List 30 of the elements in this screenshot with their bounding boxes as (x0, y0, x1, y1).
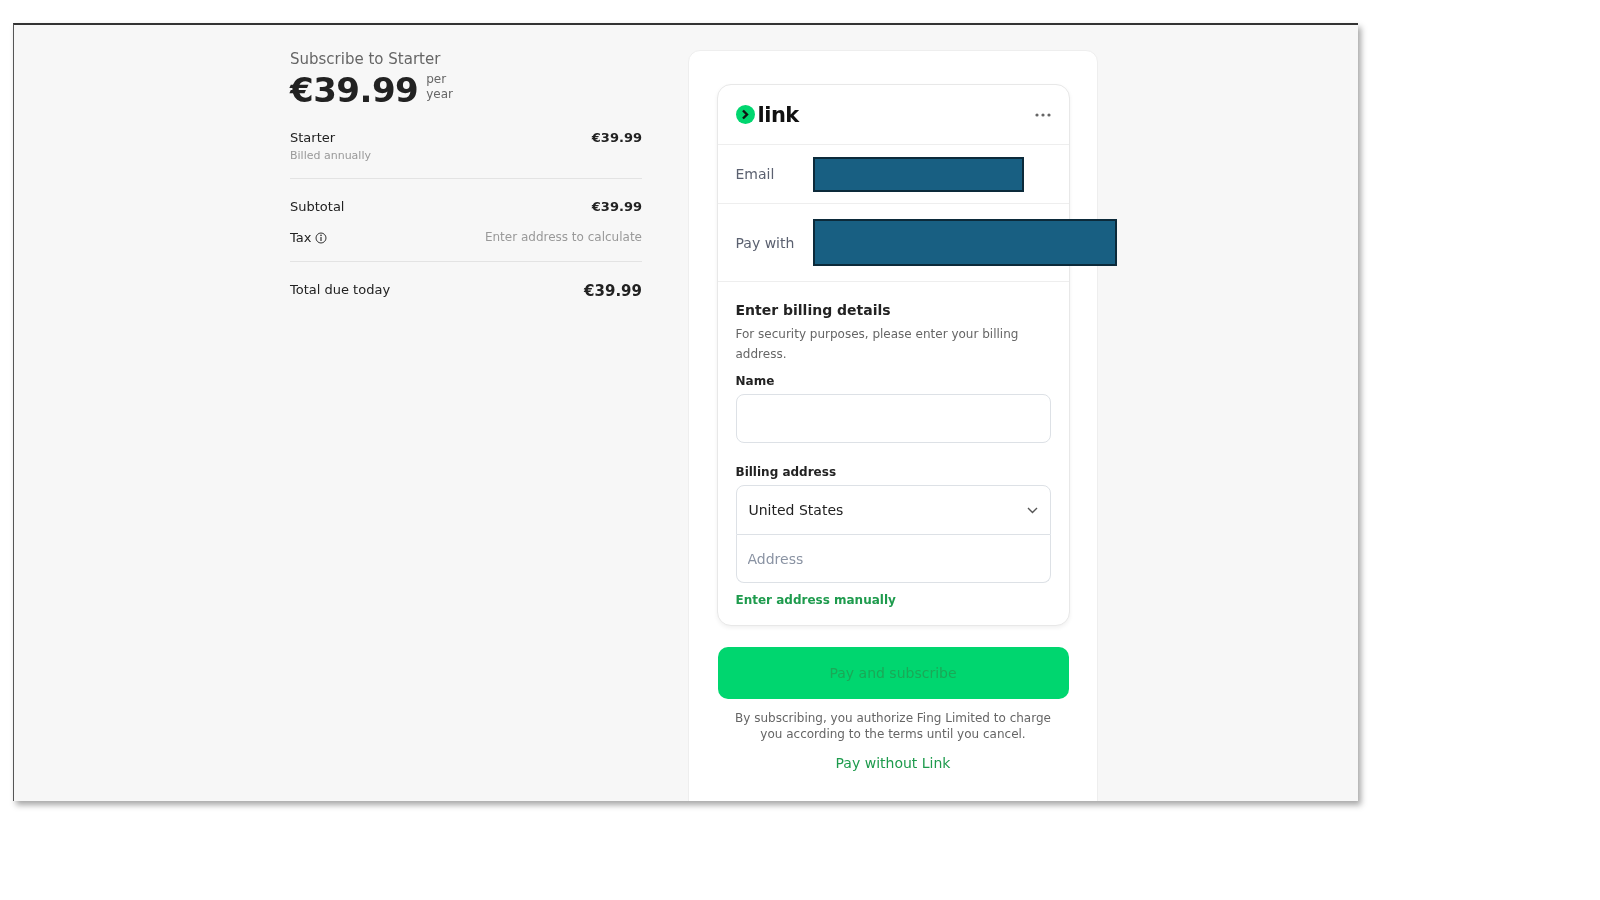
subtotal-amount: €39.99 (591, 199, 642, 214)
tax-label: Tax (290, 230, 312, 245)
manual-address-link[interactable]: Enter address manually (735, 593, 896, 607)
address-input-field[interactable]: Address (735, 535, 1051, 583)
chevron-down-icon (1026, 506, 1038, 514)
link-logo: link (757, 102, 799, 127)
info-icon[interactable] (315, 231, 328, 244)
field-label: Pay with (735, 234, 796, 251)
country-select[interactable]: United States (735, 485, 1051, 535)
section-description: For security purposes, please enter your billing address. (735, 326, 1020, 363)
name-input-field[interactable] (735, 394, 1051, 443)
total-amount: €39.99 (584, 282, 642, 300)
item-note: Billed annually (290, 149, 371, 162)
field-label: Name (735, 374, 776, 388)
chevron-logo-icon (735, 105, 755, 124)
plan-title: Subscribe to Starter (290, 50, 442, 68)
item-amount: €39.99 (591, 130, 642, 145)
tax-value: Enter address to calculate (484, 230, 642, 244)
field-label: Billing address (735, 465, 838, 479)
billing-period: year (426, 87, 453, 102)
section-title: Enter billing details (735, 302, 892, 318)
billing-period: per (426, 72, 448, 87)
item-name: Starter (290, 130, 337, 145)
total-label: Total due today (290, 282, 391, 297)
pay-without-link[interactable]: Pay without Link (835, 755, 951, 771)
price: €39.99 (290, 70, 419, 110)
more-icon[interactable] (1034, 112, 1051, 117)
field-label: Email (735, 166, 776, 182)
subtotal-label: Subtotal (290, 199, 345, 214)
legal-text: By subscribing, you authorize Fing Limited to charge you according to the terms until you cancel. (734, 710, 1052, 742)
